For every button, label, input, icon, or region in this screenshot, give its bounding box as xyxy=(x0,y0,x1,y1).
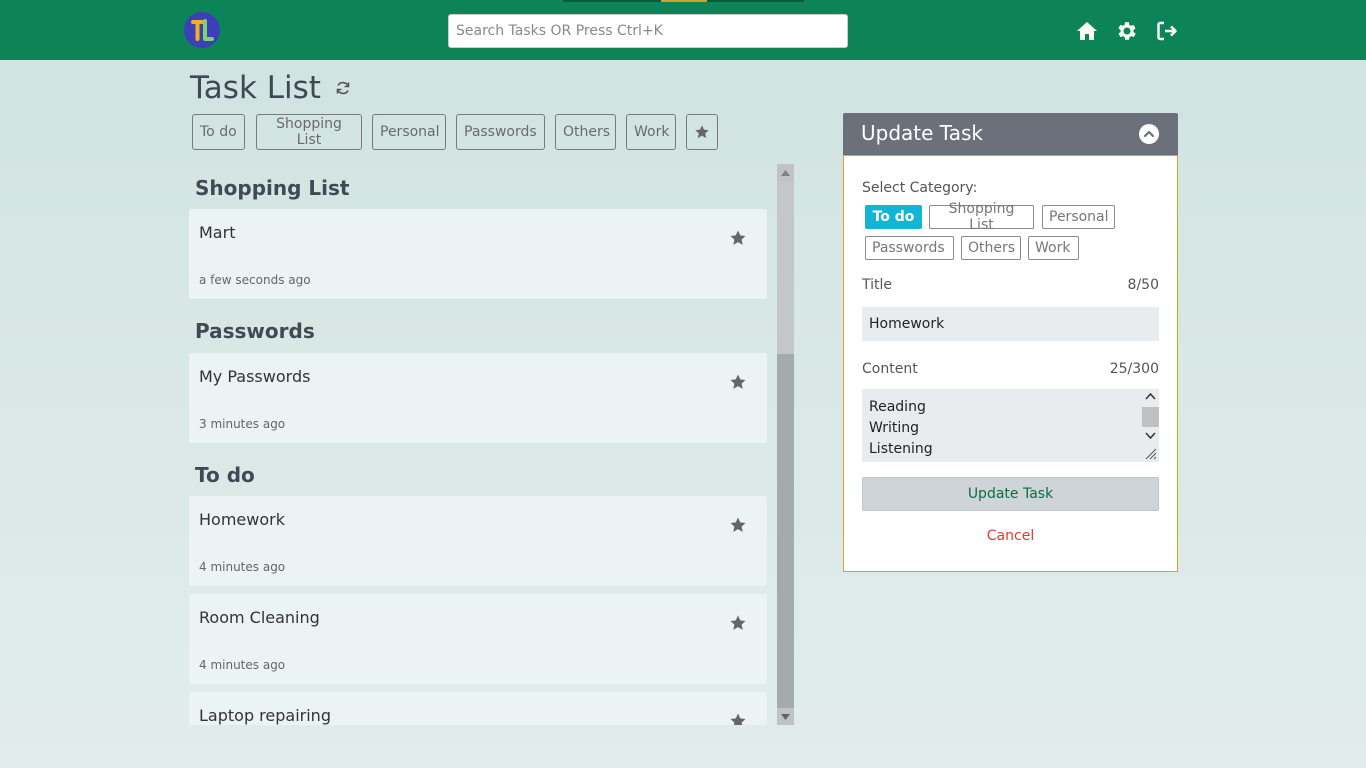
section-title: To do xyxy=(195,463,255,487)
scroll-down-arrow-icon[interactable] xyxy=(777,708,794,725)
title-label: Title xyxy=(862,277,893,293)
task-time: a few seconds ago xyxy=(199,273,311,287)
chevron-down-icon[interactable] xyxy=(1145,432,1156,440)
task-title: Homework xyxy=(199,510,285,529)
star-icon[interactable] xyxy=(729,373,747,391)
title-input[interactable] xyxy=(862,307,1159,341)
loading-bar xyxy=(563,0,804,2)
category-passwords[interactable]: Passwords xyxy=(865,236,954,260)
category-others[interactable]: Others xyxy=(961,236,1021,260)
task-card[interactable]: Homework 4 minutes ago xyxy=(189,496,767,586)
scrollbar-thumb[interactable] xyxy=(777,181,794,354)
panel-body: Select Category: To do Shopping List Per… xyxy=(843,155,1178,572)
panel-title: Update Task xyxy=(861,121,983,145)
content-line: Reading xyxy=(869,399,926,415)
filter-personal[interactable]: Personal xyxy=(372,114,446,150)
filter-others[interactable]: Others xyxy=(555,114,616,150)
refresh-icon[interactable] xyxy=(335,80,351,96)
home-icon[interactable] xyxy=(1075,19,1099,43)
select-category-label: Select Category: xyxy=(862,180,978,196)
top-navbar xyxy=(0,0,1366,60)
page-title: Task List xyxy=(190,70,321,106)
task-list-scrollbar[interactable] xyxy=(777,164,794,725)
task-time: 4 minutes ago xyxy=(199,658,286,672)
filter-todo[interactable]: To do xyxy=(192,114,245,150)
content-line: Listening xyxy=(869,441,933,457)
category-todo[interactable]: To do xyxy=(865,205,922,229)
chevron-up-icon xyxy=(1143,130,1155,138)
filter-passwords[interactable]: Passwords xyxy=(456,114,545,150)
task-title: Laptop repairing xyxy=(199,706,331,725)
content-label: Content xyxy=(862,361,918,377)
star-icon[interactable] xyxy=(729,614,747,632)
task-time: 3 minutes ago xyxy=(199,417,286,431)
logout-icon[interactable] xyxy=(1155,19,1179,43)
task-title: Room Cleaning xyxy=(199,608,320,627)
filter-starred-button[interactable] xyxy=(686,114,718,150)
chevron-up-icon[interactable] xyxy=(1145,392,1156,400)
resize-handle-icon[interactable] xyxy=(1145,448,1157,460)
content-textarea[interactable]: Reading Writing Listening xyxy=(862,389,1159,462)
collapse-button[interactable] xyxy=(1139,124,1159,144)
textarea-scrollbar[interactable] xyxy=(1142,389,1159,462)
task-title: My Passwords xyxy=(199,367,311,386)
content-char-count: 25/300 xyxy=(1109,361,1159,377)
title-char-count: 8/50 xyxy=(1127,277,1159,293)
section-title: Shopping List xyxy=(195,176,350,200)
task-card[interactable]: My Passwords 3 minutes ago xyxy=(189,353,767,443)
content-line: Writing xyxy=(869,420,919,436)
filter-shopping-list[interactable]: Shopping List xyxy=(256,114,362,150)
update-task-button[interactable]: Update Task xyxy=(862,477,1159,511)
category-personal[interactable]: Personal xyxy=(1042,205,1115,229)
category-shopping-list[interactable]: Shopping List xyxy=(929,201,1034,233)
task-card[interactable]: Laptop repairing xyxy=(189,692,767,725)
category-work[interactable]: Work xyxy=(1028,236,1079,260)
task-card[interactable]: Room Cleaning 4 minutes ago xyxy=(189,594,767,684)
task-card[interactable]: Mart a few seconds ago xyxy=(189,209,767,299)
section-title: Passwords xyxy=(195,319,315,343)
star-icon xyxy=(695,125,709,139)
filter-work[interactable]: Work xyxy=(626,114,676,150)
scroll-up-arrow-icon[interactable] xyxy=(777,164,794,181)
panel-header: Update Task xyxy=(843,113,1178,155)
task-list: Shopping List Mart a few seconds ago Pas… xyxy=(188,164,794,725)
task-time: 4 minutes ago xyxy=(199,560,286,574)
gear-icon[interactable] xyxy=(1115,19,1139,43)
task-title: Mart xyxy=(199,223,236,242)
search-input[interactable] xyxy=(448,14,848,48)
app-logo-icon[interactable] xyxy=(184,12,220,48)
star-icon[interactable] xyxy=(729,229,747,247)
star-icon[interactable] xyxy=(729,712,747,725)
cancel-link[interactable]: Cancel xyxy=(844,528,1177,544)
textarea-scroll-thumb[interactable] xyxy=(1142,407,1159,427)
star-icon[interactable] xyxy=(729,516,747,534)
